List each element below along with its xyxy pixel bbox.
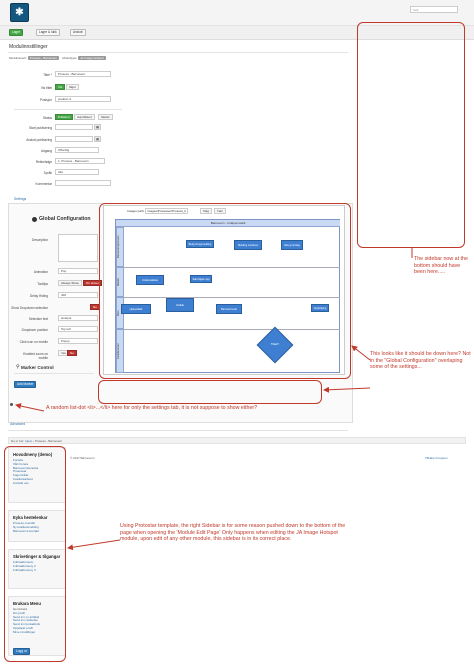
annotation-arrows <box>15 248 413 551</box>
arrow-line <box>15 403 45 412</box>
arrow-line <box>67 539 121 551</box>
annotation-sidebar: The sidebar now at the bottom should hav… <box>414 256 468 276</box>
annotation-protostar: Using Protostar template, the right Side… <box>120 523 346 543</box>
arrow-line <box>351 345 371 361</box>
annotation-global-config: This looks like it should be down here? … <box>370 351 471 371</box>
arrow-line <box>323 386 371 393</box>
annotation-list-dot: A random list-dot <li>...</li> here for … <box>46 405 258 411</box>
